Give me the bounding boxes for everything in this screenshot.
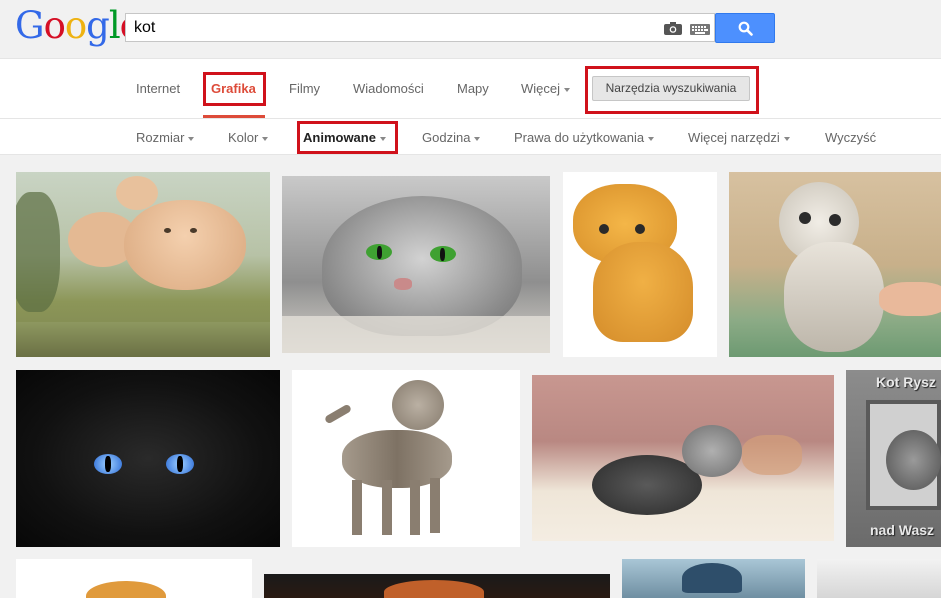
image-result-row3-2[interactable] xyxy=(264,574,610,598)
tool-wyczysc[interactable]: Wyczyść xyxy=(825,130,876,145)
tool-prawa-uzytkowania[interactable]: Prawa do użytkowania xyxy=(514,130,655,145)
tool-animowane-label: Animowane xyxy=(303,130,376,145)
image-result-black-cat-blue-eyes[interactable] xyxy=(16,370,280,547)
search-input[interactable] xyxy=(126,14,662,41)
image-result-flying-cats[interactable] xyxy=(16,172,270,357)
search-box[interactable] xyxy=(125,13,715,42)
chevron-down-icon xyxy=(379,136,386,141)
logo-letter-o1: o xyxy=(43,4,66,47)
image-result-standing-tabby[interactable] xyxy=(292,370,520,547)
chevron-down-icon xyxy=(648,136,655,141)
search-tools-button[interactable]: Narzędzia wyszukiwania xyxy=(592,76,750,101)
tab-wiecej[interactable]: Więcej xyxy=(521,81,571,96)
tab-wiadomosci[interactable]: Wiadomości xyxy=(353,81,424,96)
image-result-orange-kitten[interactable] xyxy=(563,172,717,357)
search-button[interactable] xyxy=(715,13,775,43)
tool-rozmiar-label: Rozmiar xyxy=(136,130,185,145)
chevron-down-icon xyxy=(474,136,481,141)
tab-grafika[interactable]: Grafika xyxy=(211,81,256,96)
tool-wiecej-narzedzi-label: Więcej narzędzi xyxy=(688,130,780,145)
image-result-row3-1[interactable] xyxy=(16,559,252,598)
chevron-down-icon xyxy=(564,87,571,92)
logo-letter-l: l xyxy=(108,4,121,47)
tool-kolor[interactable]: Kolor xyxy=(228,130,269,145)
chevron-down-icon xyxy=(262,136,269,141)
image-result-row3-4[interactable] xyxy=(817,559,941,598)
tab-filmy[interactable]: Filmy xyxy=(289,81,320,96)
chevron-down-icon xyxy=(783,136,790,141)
tool-kolor-label: Kolor xyxy=(228,130,259,145)
tab-wiecej-label: Więcej xyxy=(521,81,561,96)
logo-letter-o2: o xyxy=(64,4,87,47)
tool-godzina-label: Godzina xyxy=(422,130,471,145)
tool-prawa-label: Prawa do użytkowania xyxy=(514,130,645,145)
tab-mapy[interactable]: Mapy xyxy=(457,81,489,96)
keyboard-icon[interactable] xyxy=(690,24,710,35)
chevron-down-icon xyxy=(188,136,195,141)
search-icon xyxy=(738,21,753,36)
logo-letter-g: G xyxy=(15,4,45,47)
google-logo[interactable]: Google xyxy=(15,4,142,47)
watermark-text-top: Kot Rysz xyxy=(876,374,936,390)
image-result-framed-cat[interactable]: Kot Rysz nad Wasz xyxy=(846,370,941,547)
tool-wiecej-narzedzi[interactable]: Więcej narzędzi xyxy=(688,130,790,145)
logo-letter-g2: g xyxy=(86,4,110,47)
watermark-text-bottom: nad Wasz xyxy=(870,522,935,538)
image-result-row3-3[interactable] xyxy=(622,559,805,598)
active-tab-indicator xyxy=(203,115,265,118)
image-result-kitten-on-blanket[interactable] xyxy=(532,375,834,541)
tool-animowane[interactable]: Animowane xyxy=(303,130,386,145)
tool-rozmiar[interactable]: Rozmiar xyxy=(136,130,195,145)
tool-godzina[interactable]: Godzina xyxy=(422,130,481,145)
image-result-wet-cat[interactable] xyxy=(729,172,941,357)
camera-icon[interactable] xyxy=(664,22,682,35)
tab-internet[interactable]: Internet xyxy=(136,81,180,96)
image-result-grey-cat-green-eyes[interactable] xyxy=(282,176,550,353)
